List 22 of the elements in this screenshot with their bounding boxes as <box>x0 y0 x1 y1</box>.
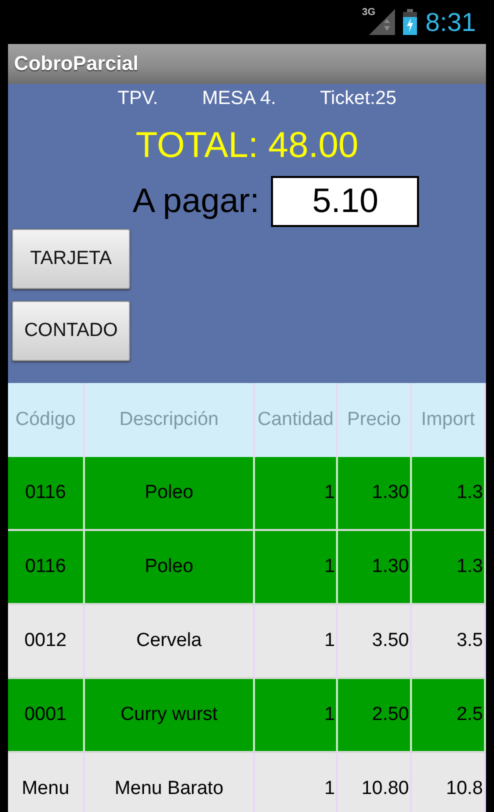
table-row[interactable]: Menu Menu Barato 1 10.80 10.8 <box>8 753 486 812</box>
payment-button[interactable]: CONTADO <box>12 301 130 361</box>
amount-field[interactable]: 5.10 <box>271 176 420 227</box>
table-cell: 10.80 <box>338 753 412 812</box>
table-row[interactable]: 0116 Poleo 1 1.30 1.3 <box>8 531 486 605</box>
table-cell: 1 <box>255 753 338 812</box>
table-row[interactable]: 0001 Curry wurst 1 2.50 2.5 <box>8 679 486 753</box>
payment-button[interactable]: TARJETA <box>12 229 130 289</box>
table-cell: Menu <box>8 753 85 812</box>
table-row[interactable]: 0116 Poleo 1 1.30 1.3 <box>8 457 486 531</box>
amount-label: A pagar: <box>132 182 260 221</box>
terminal-label: TPV. <box>118 88 158 110</box>
table-cell: Menu Barato <box>85 753 255 812</box>
window-title: CobroParcial <box>14 52 138 76</box>
ticket-label: Ticket:25 <box>320 88 396 110</box>
total-amount: TOTAL: 48.00 <box>134 124 360 166</box>
clock: 8:31 <box>425 6 476 38</box>
table-cell: 10.8 <box>412 753 486 812</box>
table-label: MESA 4. <box>202 88 276 110</box>
table-row[interactable]: 0012 Cervela 1 3.50 3.5 <box>8 605 486 679</box>
battery-icon <box>403 9 418 35</box>
network-label: 3G <box>362 7 376 18</box>
